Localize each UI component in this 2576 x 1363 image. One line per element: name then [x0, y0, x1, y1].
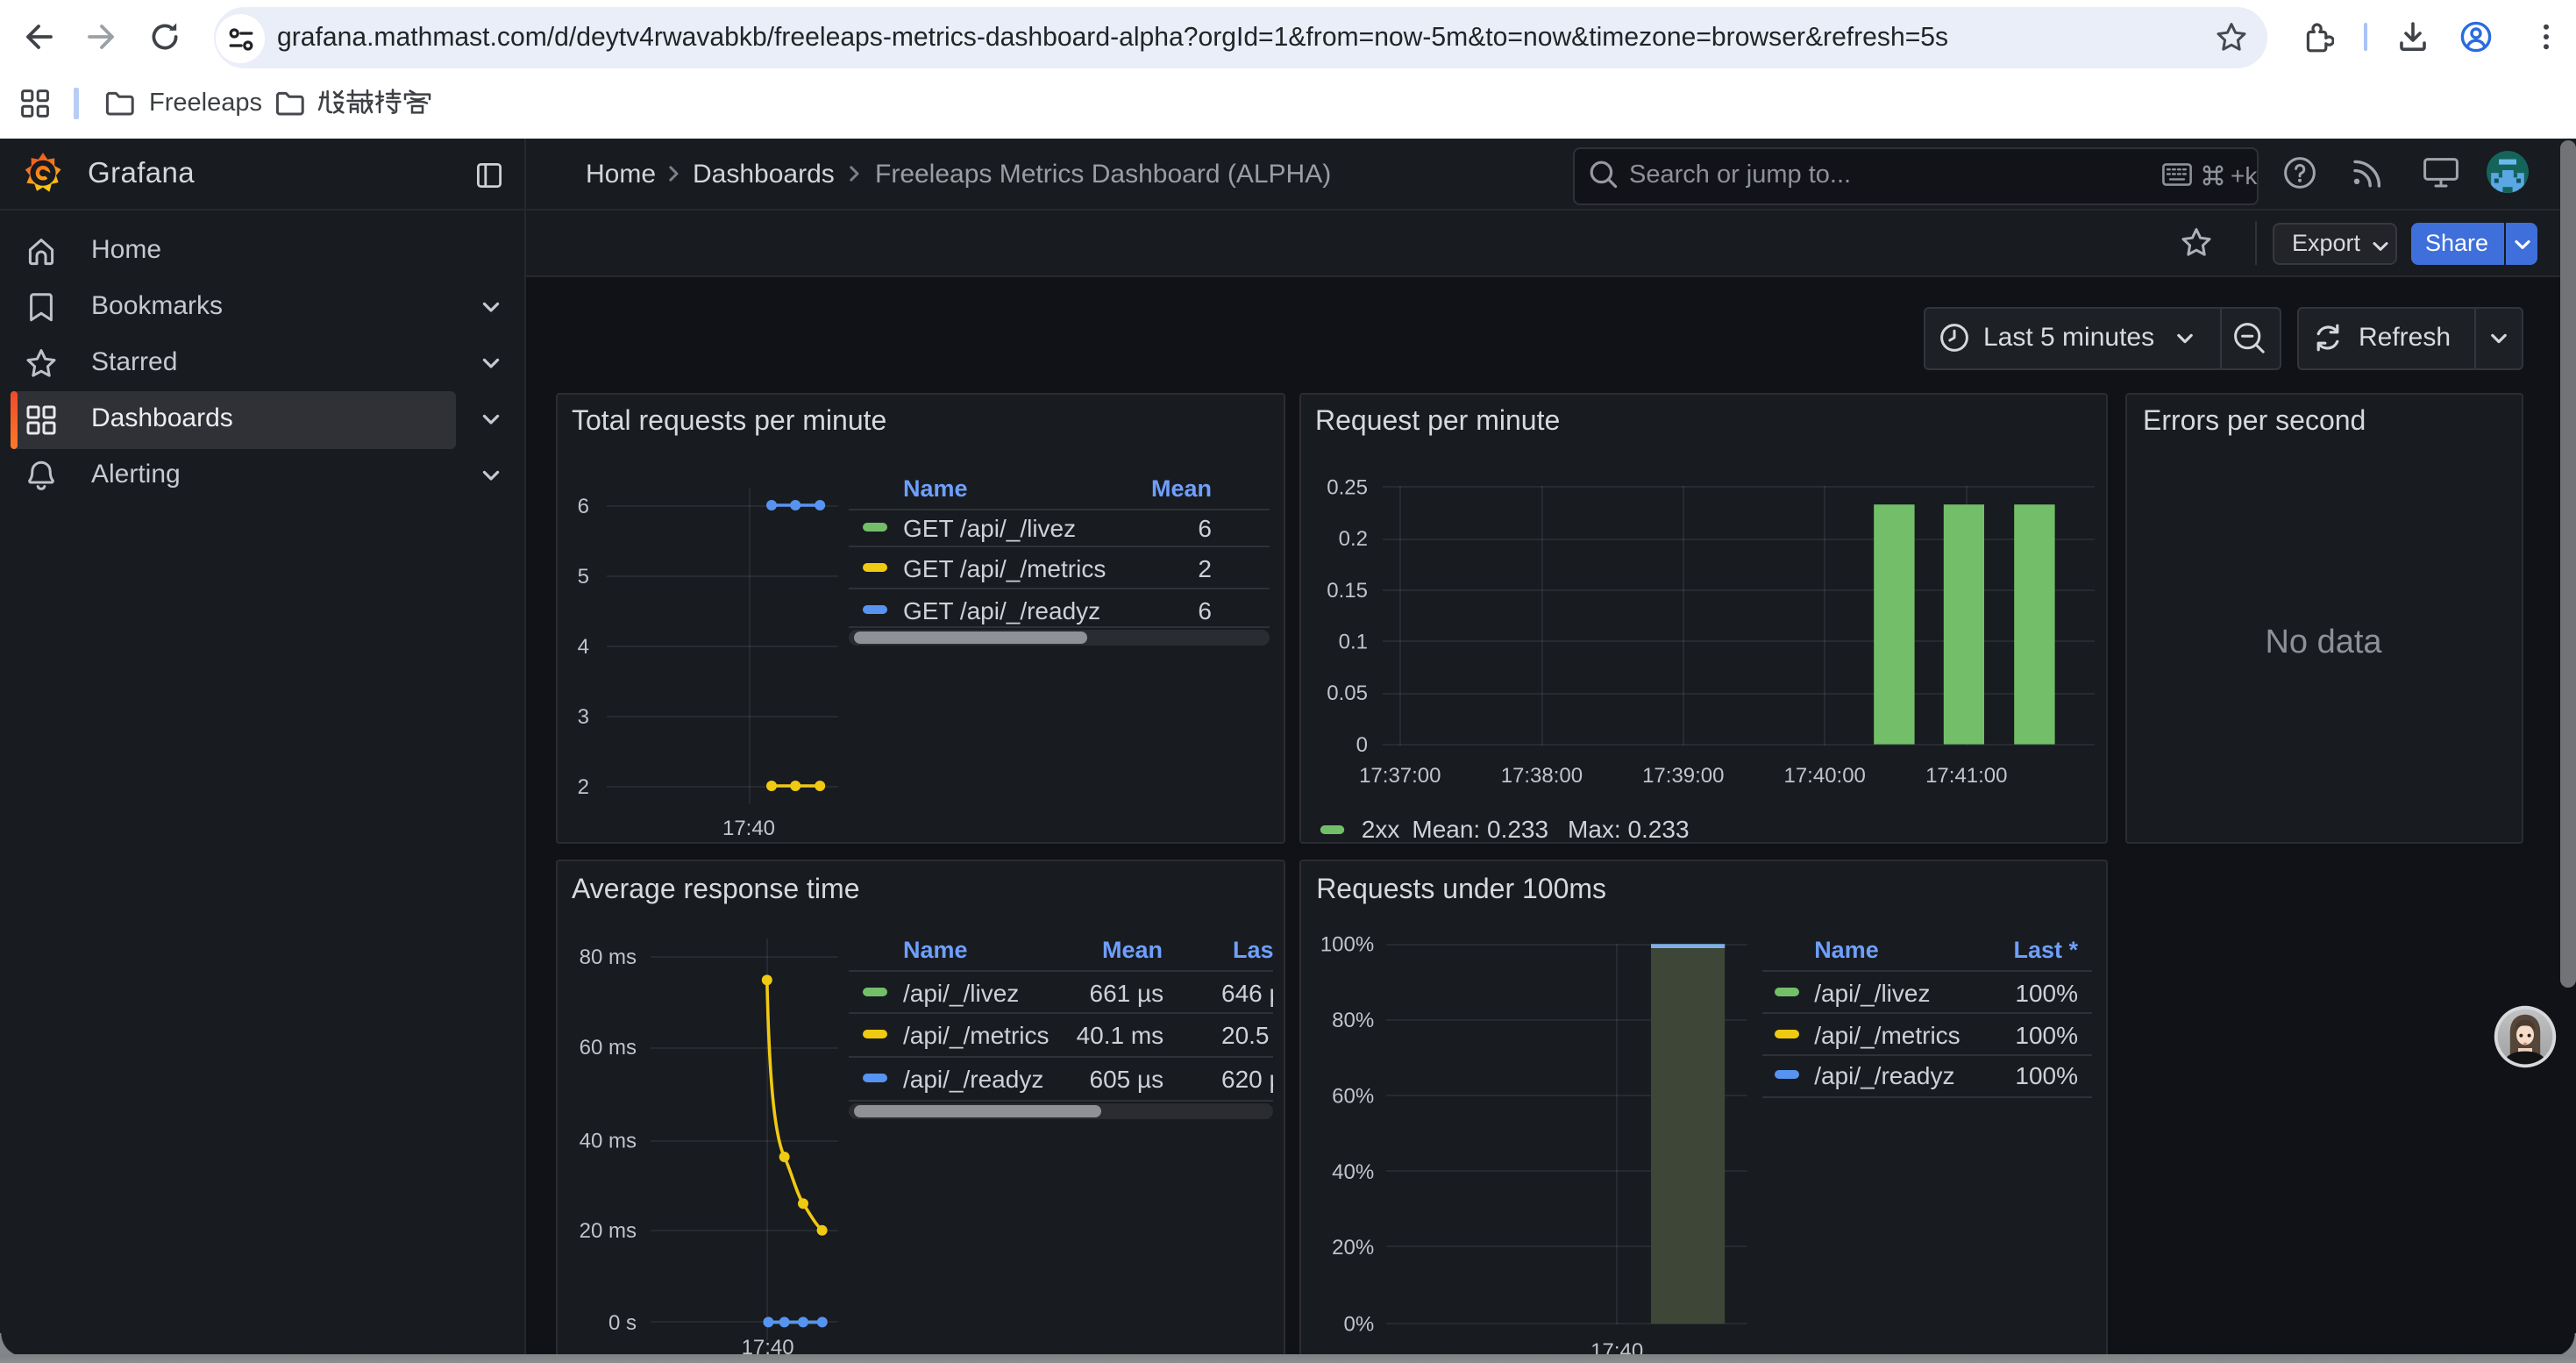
svg-text:5: 5	[578, 565, 589, 589]
svg-text:0.25: 0.25	[1326, 475, 1367, 499]
svg-text:20 ms: 20 ms	[580, 1219, 637, 1243]
svg-text:0.05: 0.05	[1326, 682, 1367, 705]
svg-text:60 ms: 60 ms	[580, 1036, 637, 1060]
svg-text:60%: 60%	[1331, 1084, 1373, 1108]
svg-text:17:41:00: 17:41:00	[1925, 764, 2006, 788]
svg-text:100%: 100%	[1320, 933, 1373, 957]
svg-text:0.15: 0.15	[1326, 579, 1367, 603]
svg-text:6: 6	[578, 495, 589, 518]
svg-text:2xx: 2xx	[1361, 816, 1399, 842]
svg-text:17:38:00: 17:38:00	[1500, 764, 1582, 788]
svg-text:Max: 0.233: Max: 0.233	[1567, 816, 1689, 842]
svg-text:17:37:00: 17:37:00	[1358, 764, 1440, 788]
svg-text:0%: 0%	[1343, 1313, 1374, 1337]
svg-text:3: 3	[578, 705, 589, 729]
svg-text:17:40:00: 17:40:00	[1783, 764, 1865, 788]
svg-text:2: 2	[578, 775, 589, 799]
svg-text:17:40: 17:40	[722, 817, 775, 840]
svg-text:40 ms: 40 ms	[580, 1129, 637, 1152]
svg-text:20%: 20%	[1331, 1236, 1373, 1260]
svg-text:17:39:00: 17:39:00	[1641, 764, 1723, 788]
svg-text:0.2: 0.2	[1338, 527, 1367, 551]
svg-text:Mean: 0.233: Mean: 0.233	[1412, 816, 1548, 842]
svg-text:40%: 40%	[1331, 1160, 1373, 1184]
svg-text:0: 0	[1356, 733, 1367, 757]
svg-text:4: 4	[578, 635, 589, 659]
svg-text:0 s: 0 s	[608, 1311, 637, 1335]
svg-text:80 ms: 80 ms	[580, 946, 637, 969]
svg-text:0.1: 0.1	[1338, 630, 1367, 653]
svg-text:80%: 80%	[1331, 1009, 1373, 1032]
